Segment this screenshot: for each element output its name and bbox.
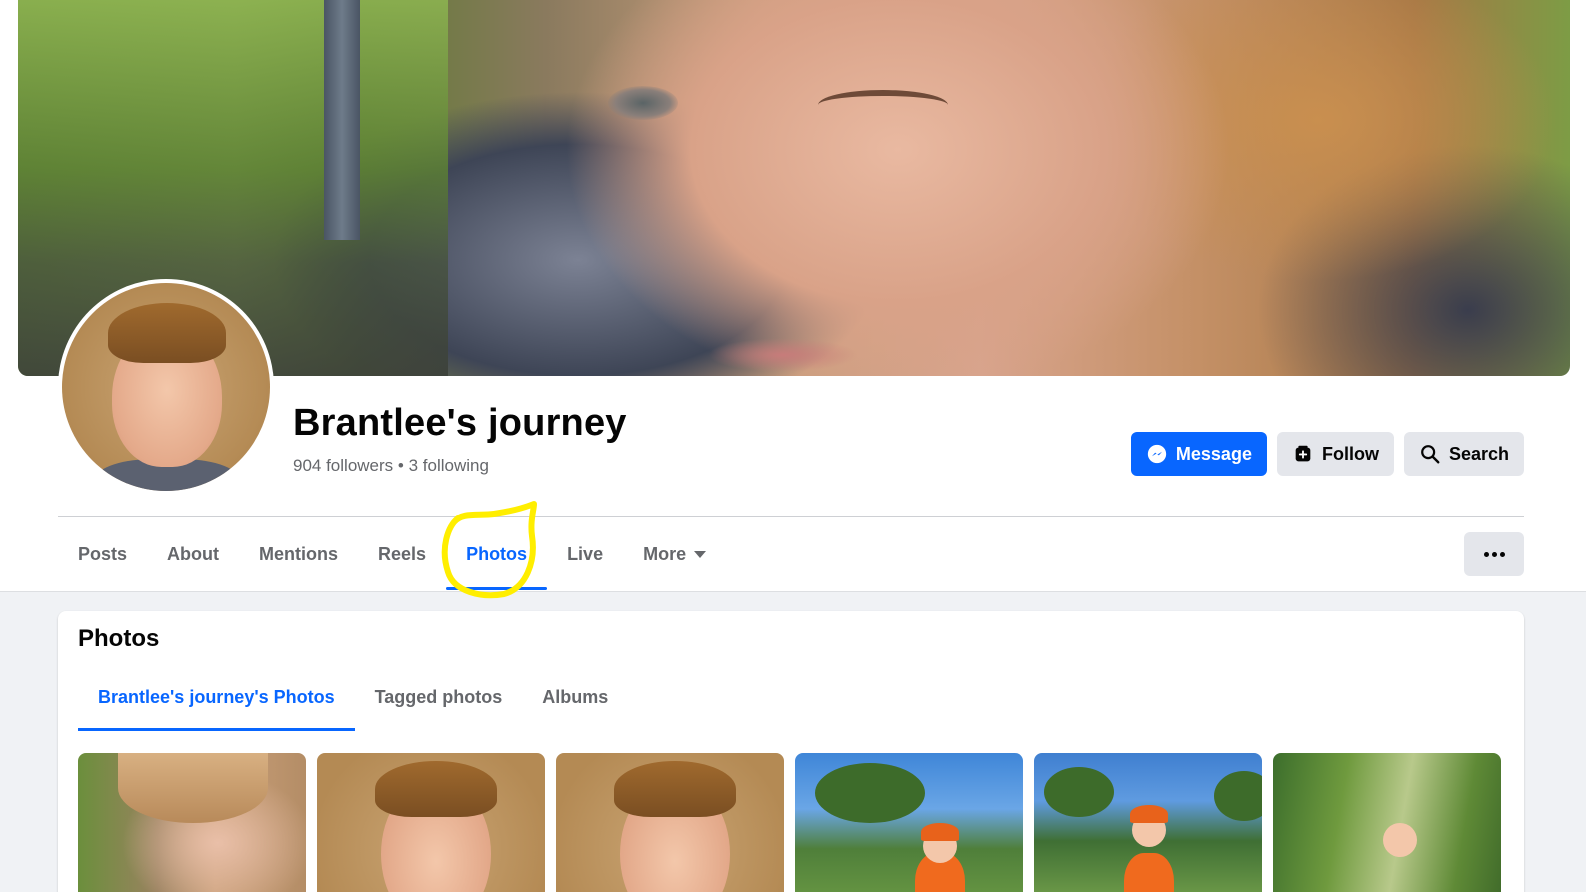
photo-thumbnail[interactable] xyxy=(1034,753,1262,892)
thumb-cap xyxy=(921,823,959,841)
thumb-child-head xyxy=(1383,823,1417,857)
profile-avatar[interactable] xyxy=(58,279,274,495)
tab-mentions[interactable]: Mentions xyxy=(239,518,358,590)
followers-link[interactable]: 904 followers xyxy=(293,456,393,475)
cover-post xyxy=(324,0,360,240)
thumb-hair xyxy=(118,753,268,823)
thumb-tree xyxy=(815,763,925,823)
photo-thumbnail[interactable] xyxy=(556,753,784,892)
profile-header: Brantlee's journey 904 followers • 3 fol… xyxy=(0,0,1586,599)
overflow-menu-button[interactable] xyxy=(1464,532,1524,576)
tab-more[interactable]: More xyxy=(623,518,726,590)
photos-card: Photos Brantlee's journey's Photos Tagge… xyxy=(58,611,1524,892)
tab-about[interactable]: About xyxy=(147,518,239,590)
add-follow-icon xyxy=(1295,445,1311,462)
subtab-albums[interactable]: Albums xyxy=(522,663,628,731)
cover-eyelid xyxy=(818,90,948,120)
page-title: Brantlee's journey xyxy=(293,402,627,444)
photo-thumbnail[interactable] xyxy=(78,753,306,892)
follow-button-label: Follow xyxy=(1321,443,1379,464)
search-button[interactable]: Search xyxy=(1403,432,1524,476)
photos-section-title: Photos xyxy=(78,625,160,652)
header-divider xyxy=(58,516,1524,517)
avatar-image xyxy=(62,283,270,491)
stats-separator: • xyxy=(397,456,404,475)
message-button[interactable]: Message xyxy=(1130,432,1267,476)
tab-posts[interactable]: Posts xyxy=(58,518,147,590)
cover-eye xyxy=(608,86,678,120)
photo-thumbnail[interactable] xyxy=(317,753,545,892)
profile-actions: Message Follow Search xyxy=(1130,432,1524,476)
ellipsis-icon xyxy=(1483,551,1489,557)
subtab-own-photos[interactable]: Brantlee's journey's Photos xyxy=(78,663,355,731)
thumb-hair xyxy=(375,761,497,817)
thumb-tree xyxy=(1214,771,1262,821)
tab-reels[interactable]: Reels xyxy=(358,518,446,590)
following-link[interactable]: 3 following xyxy=(409,456,489,475)
follow-button[interactable]: Follow xyxy=(1276,432,1394,476)
tab-photos[interactable]: Photos xyxy=(446,518,548,590)
messenger-icon xyxy=(1147,444,1167,464)
cover-lips xyxy=(708,338,858,372)
thumb-child xyxy=(1124,853,1174,892)
photos-subtabs: Brantlee's journey's Photos Tagged photo… xyxy=(78,663,628,731)
thumb-cap xyxy=(1130,805,1168,823)
avatar-hair xyxy=(108,303,226,363)
message-button-label: Message xyxy=(1175,443,1252,464)
photo-thumbnail[interactable] xyxy=(1273,753,1501,892)
ellipsis-dot xyxy=(1491,551,1497,557)
search-button-label: Search xyxy=(1448,443,1509,464)
subtab-tagged-photos[interactable]: Tagged photos xyxy=(355,663,523,731)
photo-thumbnail[interactable] xyxy=(795,753,1023,892)
follow-stats: 904 followers • 3 following xyxy=(293,456,489,476)
tab-live[interactable]: Live xyxy=(547,518,623,590)
photo-grid xyxy=(78,753,1501,892)
thumb-tree xyxy=(1044,767,1114,817)
ellipsis-dot xyxy=(1499,551,1505,557)
search-icon xyxy=(1421,445,1440,464)
profile-tabs: Posts About Mentions Reels Photos Live M… xyxy=(58,518,726,590)
caret-down-icon xyxy=(694,550,707,558)
thumb-hair xyxy=(614,761,736,817)
tab-more-label: More xyxy=(643,543,687,564)
